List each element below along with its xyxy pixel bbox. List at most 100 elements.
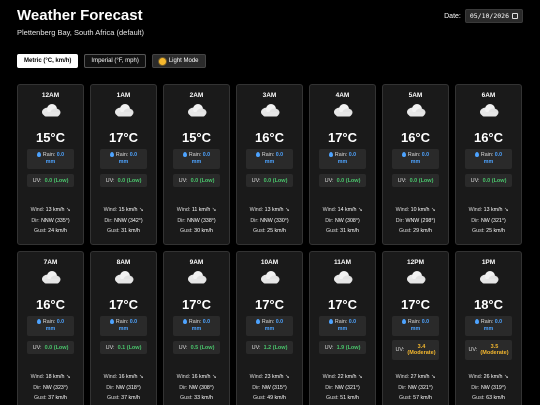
rain-box: Rain: 0.0 mm: [319, 149, 366, 169]
dir-label: Dir:: [325, 217, 334, 224]
date-value: 05/10/2026: [469, 12, 509, 20]
rain-label: Rain:: [334, 319, 348, 325]
rain-unit: mm: [483, 326, 494, 332]
rain-unit: mm: [337, 326, 348, 332]
wind-arrow-icon: ↘: [357, 207, 363, 213]
rain-value: 0.0: [56, 152, 65, 158]
dir-label: Dir:: [106, 384, 115, 391]
temperature: 17°C: [108, 130, 139, 145]
uv-value: 1.9 (Low): [336, 344, 361, 351]
wind-gust: 57 km/h: [413, 395, 432, 401]
wind-gust: 33 km/h: [194, 395, 213, 401]
uv-label: UV:: [468, 347, 478, 353]
uv-box: UV: 1.2 (Low): [246, 341, 293, 354]
uv-box: UV: 0.0 (Low): [173, 174, 220, 187]
calendar-icon[interactable]: [512, 13, 518, 19]
hourly-forecast-grid: 12AM 15°C Rain: 0.0 mm UV: 0.0 (Low) Win…: [17, 84, 522, 405]
uv-value: 0.0 (Low): [117, 177, 142, 184]
uv-box: UV: 0.0 (Low): [100, 174, 147, 187]
wind-direction: NW (323°): [42, 384, 68, 391]
hour-card: 5AM 16°C Rain: 0.0 mm UV: 0.0 (Low) Wind…: [382, 84, 449, 245]
wind-direction: NW (321°): [407, 384, 433, 391]
gust-label: Gust:: [326, 228, 339, 234]
rain-box: Rain: 0.0 mm: [27, 149, 74, 169]
wind-gust: 25 km/h: [486, 228, 505, 234]
wind-direction: NNW (330°): [260, 217, 289, 224]
wind-direction: NNW (335°): [41, 217, 70, 224]
cloud-icon: [260, 104, 279, 117]
gust-label: Gust:: [472, 395, 485, 401]
wind-gust: 37 km/h: [121, 395, 140, 401]
rain-unit: mm: [191, 159, 202, 165]
rain-value: 0.0: [56, 319, 65, 325]
uv-value: 3.5 (Moderate): [480, 343, 509, 357]
hour-label: 10AM: [260, 259, 279, 266]
cloud-icon: [114, 104, 133, 117]
cloud-icon: [479, 271, 498, 284]
uv-label: UV:: [470, 177, 480, 184]
dir-label: Dir:: [395, 217, 404, 224]
hour-label: 7AM: [43, 259, 58, 266]
rain-box: Rain: 0.0 mm: [100, 149, 147, 169]
rain-unit: mm: [410, 159, 421, 165]
uv-label: UV:: [32, 344, 42, 351]
uv-value: 1.2 (Low): [263, 344, 288, 351]
wind-gust: 51 km/h: [340, 395, 359, 401]
dir-label: Dir:: [471, 384, 480, 391]
wind-arrow-icon: ↘: [138, 374, 144, 380]
wind-arrow-icon: ↘: [503, 374, 509, 380]
rain-box: Rain: 0.0 mm: [392, 316, 439, 336]
wind-speed: 13 km/h: [264, 207, 284, 213]
hour-card: 1PM 18°C Rain: 0.0 mm UV: 3.5 (Moderate) …: [455, 251, 522, 405]
wind-speed: 14 km/h: [337, 207, 357, 213]
temperature: 17°C: [254, 297, 285, 312]
dir-label: Dir:: [179, 384, 188, 391]
rain-value: 0.0: [275, 319, 284, 325]
rain-label: Rain:: [188, 152, 202, 158]
rain-value: 0.0: [202, 152, 211, 158]
wind-arrow-icon: ↘: [65, 207, 71, 213]
uv-box: UV: 0.0 (Low): [27, 341, 74, 354]
hour-label: 11AM: [334, 259, 351, 266]
raindrop-icon: [182, 152, 187, 158]
wind-info: Wind: 11 km/h ↘ Dir: NNW (338°) Gust: 30…: [164, 205, 229, 237]
cloud-icon: [333, 271, 352, 284]
wind-label: Wind:: [103, 374, 118, 380]
date-label: Date:: [444, 12, 461, 20]
rain-value: 0.0: [202, 319, 211, 325]
wind-info: Wind: 14 km/h ↘ Dir: NW (308°) Gust: 31 …: [310, 205, 375, 237]
date-input[interactable]: 05/10/2026: [464, 9, 523, 23]
wind-speed: 22 km/h: [337, 374, 357, 380]
rain-box: Rain: 0.0 mm: [27, 316, 74, 336]
light-mode-button[interactable]: Light Mode: [151, 54, 206, 68]
dir-label: Dir:: [250, 217, 259, 224]
gust-label: Gust:: [107, 395, 120, 401]
rain-unit: mm: [191, 326, 202, 332]
gust-label: Gust:: [399, 395, 412, 401]
raindrop-icon: [109, 319, 114, 325]
uv-label: UV:: [105, 344, 115, 351]
rain-value: 0.0: [348, 152, 357, 158]
uv-box: UV: 0.0 (Low): [319, 174, 366, 187]
raindrop-icon: [182, 319, 187, 325]
hour-card: 7AM 16°C Rain: 0.0 mm UV: 0.0 (Low) Wind…: [17, 251, 84, 405]
hour-label: 12AM: [41, 92, 60, 99]
date-picker: Date: 05/10/2026: [444, 9, 523, 23]
wind-info: Wind: 16 km/h ↘ Dir: NW (318°) Gust: 37 …: [91, 372, 156, 404]
wind-speed: 26 km/h: [483, 374, 503, 380]
metric-button[interactable]: Metric (°C, km/h): [17, 54, 79, 68]
imperial-button[interactable]: Imperial (°F, mph): [84, 54, 146, 68]
wind-arrow-icon: ↘: [430, 207, 436, 213]
cloud-icon: [41, 271, 60, 284]
wind-arrow-icon: ↘: [430, 374, 436, 380]
uv-label: UV:: [397, 177, 407, 184]
wind-speed: 16 km/h: [191, 374, 211, 380]
rain-value: 0.0: [421, 319, 430, 325]
dir-label: Dir:: [471, 217, 480, 224]
wind-direction: NW (308°): [188, 384, 214, 391]
wind-label: Wind:: [322, 374, 337, 380]
wind-arrow-icon: ↘: [284, 374, 290, 380]
uv-box: UV: 0.5 (Low): [173, 341, 220, 354]
temperature: 17°C: [108, 297, 139, 312]
wind-arrow-icon: ↘: [65, 374, 71, 380]
